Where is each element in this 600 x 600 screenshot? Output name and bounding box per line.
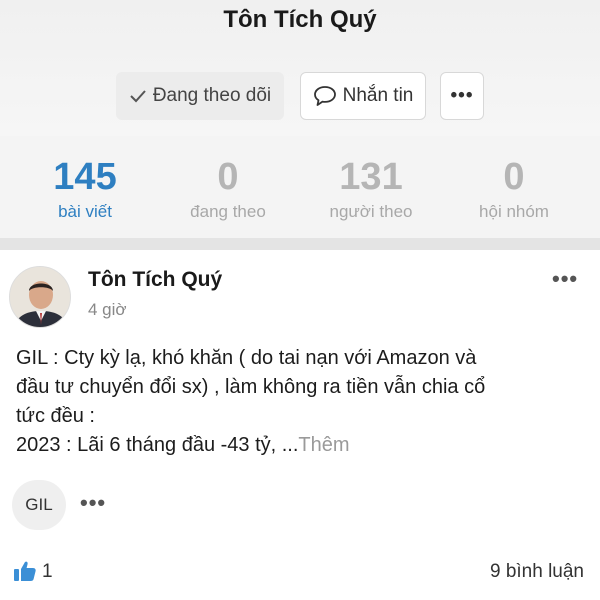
stat-groups[interactable]: 0 hội nhóm — [439, 154, 589, 222]
post-line: đầu tư chuyển đổi sx) , làm không ra tiề… — [16, 376, 486, 398]
stock-tag[interactable]: GIL — [12, 480, 66, 530]
stat-value: 145 — [53, 156, 117, 198]
profile-stats: 145 bài viết 0 đang theo 131 người theo … — [0, 136, 600, 238]
stat-label: hội nhóm — [479, 202, 549, 221]
stat-label: người theo — [329, 202, 413, 221]
stat-followers[interactable]: 131 người theo — [296, 154, 446, 222]
message-label: Nhắn tin — [342, 85, 414, 106]
profile-name: Tôn Tích Quý — [223, 6, 377, 33]
avatar[interactable] — [9, 266, 71, 328]
post-line: GIL : Cty kỳ lạ, khó khăn ( do tai nạn v… — [16, 347, 477, 369]
more-options-button[interactable]: ••• — [440, 72, 484, 120]
post-time: 4 giờ — [88, 300, 127, 319]
stat-following[interactable]: 0 đang theo — [153, 154, 303, 222]
tag-more-button[interactable]: ••• — [80, 490, 106, 516]
post-menu-button[interactable]: ••• — [552, 266, 578, 292]
section-divider — [0, 238, 600, 250]
stat-posts[interactable]: 145 bài viết — [10, 154, 160, 222]
stat-label: đang theo — [190, 202, 266, 221]
following-button[interactable]: Đang theo dõi — [116, 72, 284, 120]
stat-value: 0 — [503, 156, 525, 198]
comment-count[interactable]: 9 bình luận — [490, 561, 584, 583]
check-icon — [129, 88, 147, 104]
profile-header: Tôn Tích Quý Đang theo dõi Nhắn tin ••• — [0, 0, 600, 136]
stat-value: 131 — [339, 156, 403, 198]
chat-bubble-icon — [313, 85, 337, 107]
post-line-text: 2023 : Lãi 6 tháng đầu -43 tỷ, ... — [16, 434, 299, 456]
post-line: 2023 : Lãi 6 tháng đầu -43 tỷ, ...Thêm — [16, 431, 586, 460]
message-button[interactable]: Nhắn tin — [300, 72, 426, 120]
like-count: 1 — [42, 561, 53, 582]
post-author[interactable]: Tôn Tích Quý — [88, 268, 222, 292]
stat-value: 0 — [217, 156, 239, 198]
post-content: GIL : Cty kỳ lạ, khó khăn ( do tai nạn v… — [16, 344, 586, 460]
thumbs-up-icon[interactable] — [13, 560, 37, 582]
following-label: Đang theo dõi — [152, 85, 272, 106]
stat-label: bài viết — [58, 202, 112, 221]
read-more-link[interactable]: Thêm — [298, 434, 349, 456]
post-line: tức đều : — [16, 405, 95, 427]
